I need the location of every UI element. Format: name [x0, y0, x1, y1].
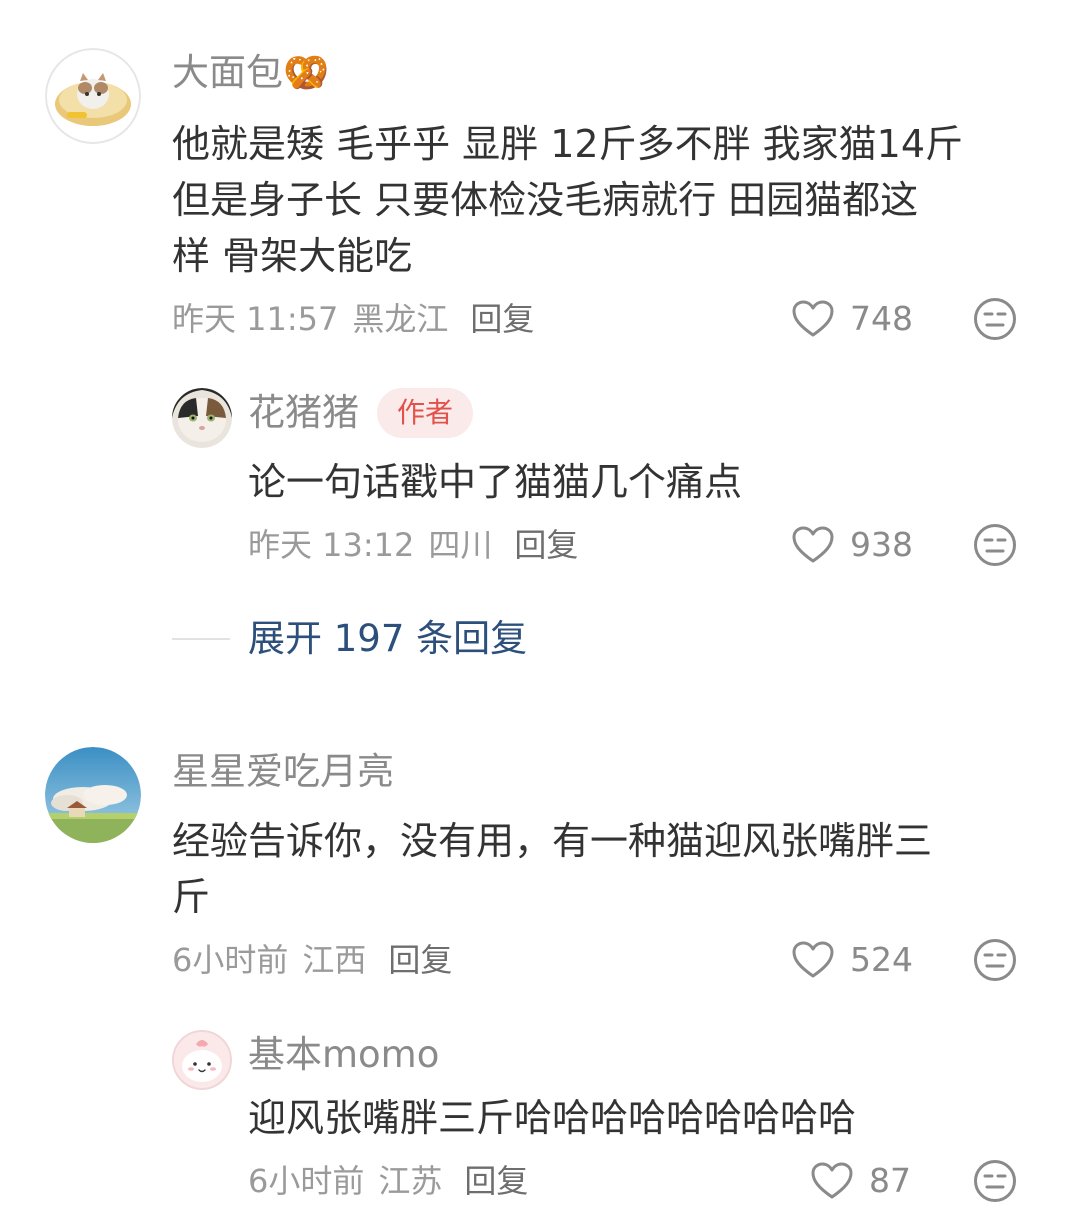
comment-text-line: 样 骨架大能吃 [172, 234, 413, 278]
reply-meta: 昨天 13:12 四川 回复 [248, 520, 592, 570]
reply-button[interactable]: 回复 [514, 526, 578, 564]
dislike-button[interactable] [973, 938, 1017, 982]
avatar[interactable] [45, 48, 141, 144]
comment-meta: 昨天 11:57 黑龙江 回复 [172, 294, 548, 344]
reply-text: 迎风张嘴胖三斤哈哈哈哈哈哈哈哈哈 [248, 1090, 856, 1146]
meh-face-icon [974, 524, 1016, 566]
comment-text-line: 经验告诉你，没有用，有一种猫迎风张嘴胖三 [172, 819, 933, 863]
heart-outline-icon [792, 300, 834, 337]
expand-replies-label: 展开 197 条回复 [248, 617, 528, 660]
avatar[interactable] [45, 747, 141, 843]
like-count: 87 [869, 1161, 911, 1200]
cat-face-avatar-icon [172, 388, 232, 448]
cat-bread-avatar-icon [45, 48, 141, 144]
sky-landscape-avatar-icon [45, 747, 141, 843]
comment-text: 他就是矮 毛乎乎 显胖 12斤多不胖 我家猫14斤 但是身子长 只要体检没毛病就… [172, 116, 963, 284]
dislike-button[interactable] [973, 297, 1017, 341]
comment-location: 江西 [302, 941, 367, 979]
reply-button[interactable]: 回复 [470, 300, 534, 338]
like-count: 524 [850, 940, 913, 979]
comment-time: 昨天 11:57 [172, 300, 339, 338]
like-button[interactable]: 748 [792, 294, 913, 344]
reply-time: 6小时前 [248, 1162, 365, 1200]
expand-divider [172, 638, 230, 640]
reply-location: 四川 [428, 526, 493, 564]
like-button[interactable]: 938 [792, 520, 913, 570]
meh-face-icon [974, 1160, 1016, 1202]
reply-text-line: 论一句话戳中了猫猫几个痛点 [248, 460, 743, 504]
reply-text: 论一句话戳中了猫猫几个痛点 [248, 454, 742, 510]
author-badge: 作者 [377, 388, 474, 438]
reply-author-row: 基本momo [248, 1030, 439, 1080]
dislike-button[interactable] [973, 523, 1017, 567]
reply-meta: 6小时前 江苏 回复 [248, 1156, 542, 1206]
like-button[interactable]: 87 [811, 1156, 911, 1206]
like-button[interactable]: 524 [792, 935, 913, 985]
expand-replies-button[interactable]: 展开 197 条回复 [172, 614, 527, 664]
heart-outline-icon [792, 941, 834, 978]
reply-button[interactable]: 回复 [464, 1162, 528, 1200]
reply-author-name[interactable]: 基本momo [248, 1030, 439, 1080]
comment-location: 黑龙江 [352, 300, 449, 338]
author-name[interactable]: 大面包🥨 [172, 48, 329, 98]
reply-button[interactable]: 回复 [388, 941, 452, 979]
author-row: 星星爱吃月亮 [172, 747, 394, 797]
reply-author-row: 花猪猪 作者 [248, 388, 474, 438]
reply-text-line: 迎风张嘴胖三斤哈哈哈哈哈哈哈哈哈 [248, 1096, 857, 1140]
reply-author-name[interactable]: 花猪猪 [248, 388, 359, 438]
heart-outline-icon [792, 526, 834, 563]
reply-location: 江苏 [378, 1162, 443, 1200]
reply-time: 昨天 13:12 [248, 526, 415, 564]
author-row: 大面包🥨 [172, 48, 329, 98]
dislike-button[interactable] [973, 1159, 1017, 1203]
meh-face-icon [974, 939, 1016, 981]
comment-text: 经验告诉你，没有用，有一种猫迎风张嘴胖三 斤 [172, 813, 932, 925]
author-name[interactable]: 星星爱吃月亮 [172, 747, 394, 797]
comment-text-line: 他就是矮 毛乎乎 显胖 12斤多不胖 我家猫14斤 [172, 122, 964, 166]
reply-avatar[interactable] [172, 1030, 232, 1090]
comment-time: 6小时前 [172, 941, 289, 979]
comment-text-line: 但是身子长 只要体检没毛病就行 田园猫都这 [172, 178, 919, 222]
reply-avatar[interactable] [172, 388, 232, 448]
comment-meta: 6小时前 江西 回复 [172, 935, 466, 985]
like-count: 938 [850, 525, 913, 564]
heart-outline-icon [811, 1162, 853, 1199]
comment-item: 大面包🥨 他就是矮 毛乎乎 显胖 12斤多不胖 我家猫14斤 但是身子长 只要体… [0, 0, 1079, 600]
like-count: 748 [850, 299, 913, 338]
cute-bun-avatar-icon [172, 1030, 232, 1090]
comment-text-line: 斤 [172, 875, 211, 919]
meh-face-icon [974, 298, 1016, 340]
